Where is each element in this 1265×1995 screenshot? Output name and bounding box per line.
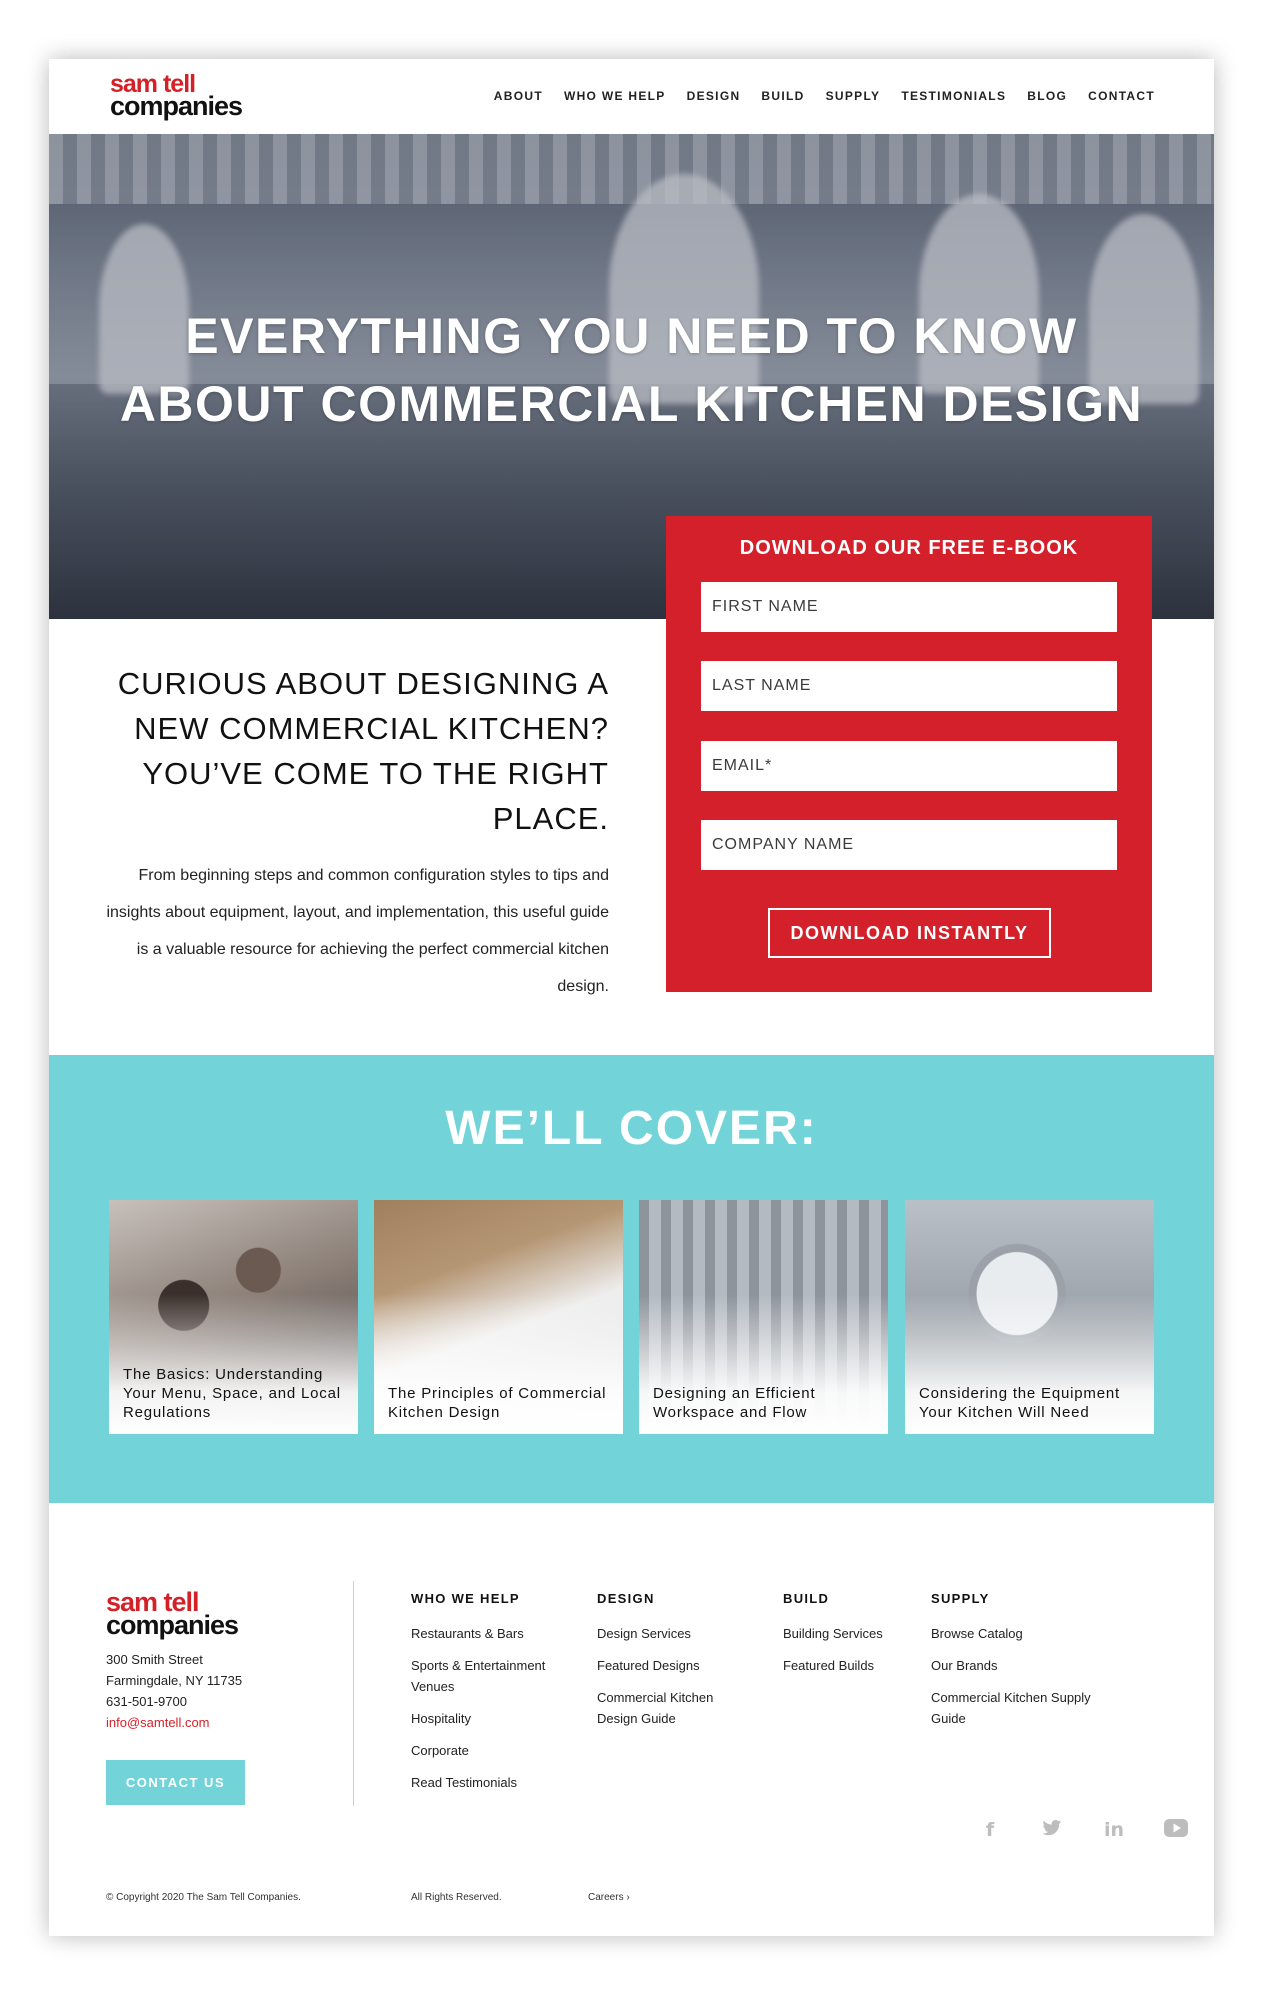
hero-title: EVERYTHING YOU NEED TO KNOW ABOUT COMMER… xyxy=(49,302,1214,438)
footer-column-title: WHO WE HELP xyxy=(411,1591,520,1606)
cover-title: WE’LL COVER: xyxy=(445,1102,818,1155)
nav-who-we-help[interactable]: WHO WE HELP xyxy=(564,89,666,103)
footer-link[interactable]: Commercial Kitchen Supply Guide xyxy=(931,1687,1091,1729)
footer-link[interactable]: Design Services xyxy=(597,1623,747,1644)
company-name-field[interactable] xyxy=(701,820,1117,870)
footer-column-title: DESIGN xyxy=(597,1591,655,1606)
footer-rights: All Rights Reserved. xyxy=(411,1892,502,1903)
contact-us-button[interactable]: CONTACT US xyxy=(106,1760,245,1805)
main-nav: ABOUT WHO WE HELP DESIGN BUILD SUPPLY TE… xyxy=(494,89,1155,103)
intro-heading: CURIOUS ABOUT DESIGNING A NEW COMMERCIAL… xyxy=(117,666,609,836)
footer-column-supply: SUPPLY Browse Catalog Our Brands Commerc… xyxy=(931,1591,1091,1740)
first-name-field[interactable] xyxy=(701,582,1117,632)
footer-column-build: BUILD Building Services Featured Builds xyxy=(783,1591,913,1687)
topic-card[interactable]: Designing an Efficient Workspace and Flo… xyxy=(639,1200,888,1434)
footer-logo[interactable]: sam tell companies xyxy=(106,1589,239,1640)
site-logo[interactable]: sam tell companies xyxy=(110,72,243,121)
footer-address-line: 300 Smith Street xyxy=(106,1652,203,1667)
logo-text-bottom: companies xyxy=(110,91,243,121)
nav-testimonials[interactable]: TESTIMONIALS xyxy=(901,89,1006,103)
footer-link[interactable]: Read Testimonials xyxy=(411,1772,571,1793)
footer-column-title: BUILD xyxy=(783,1591,830,1606)
site-header: sam tell companies ABOUT WHO WE HELP DES… xyxy=(49,59,1214,134)
download-button[interactable]: DOWNLOAD INSTANTLY xyxy=(768,908,1051,958)
footer-link[interactable]: Commercial Kitchen Design Guide xyxy=(597,1687,747,1729)
topic-card-caption: Designing an Efficient Workspace and Flo… xyxy=(653,1385,816,1421)
cover-section: WE’LL COVER: The Basics: Understanding Y… xyxy=(49,1055,1214,1503)
social-links: f in xyxy=(959,1819,1207,1843)
nav-design[interactable]: DESIGN xyxy=(687,89,741,103)
footer-phone[interactable]: 631-501-9700 xyxy=(106,1694,187,1709)
youtube-icon[interactable] xyxy=(1145,1819,1207,1843)
topic-card[interactable]: Considering the Equipment Your Kitchen W… xyxy=(905,1200,1154,1434)
nav-blog[interactable]: BLOG xyxy=(1027,89,1067,103)
nav-supply[interactable]: SUPPLY xyxy=(826,89,881,103)
footer-link[interactable]: Hospitality xyxy=(411,1708,571,1729)
topic-card-caption: The Basics: Understanding Your Menu, Spa… xyxy=(123,1366,341,1421)
topic-card-caption: The Principles of Commercial Kitchen Des… xyxy=(388,1385,607,1421)
footer-email[interactable]: info@samtell.com xyxy=(106,1715,210,1730)
ebook-form: DOWNLOAD OUR FREE E-BOOK DOWNLOAD INSTAN… xyxy=(666,516,1152,992)
footer-link[interactable]: Restaurants & Bars xyxy=(411,1623,571,1644)
nav-about[interactable]: ABOUT xyxy=(494,89,543,103)
form-title: DOWNLOAD OUR FREE E-BOOK xyxy=(739,537,1079,559)
footer-column-title: SUPPLY xyxy=(931,1591,990,1606)
facebook-icon[interactable]: f xyxy=(959,1819,1021,1843)
footer-link[interactable]: Corporate xyxy=(411,1740,571,1761)
hero-title-line: ABOUT COMMERCIAL KITCHEN DESIGN xyxy=(119,376,1144,432)
nav-contact[interactable]: CONTACT xyxy=(1088,89,1155,103)
topic-card[interactable]: The Principles of Commercial Kitchen Des… xyxy=(374,1200,623,1434)
footer-link[interactable]: Featured Builds xyxy=(783,1655,913,1676)
intro-body: From beginning steps and common configur… xyxy=(106,867,609,995)
footer-link[interactable]: Building Services xyxy=(783,1623,913,1644)
twitter-icon[interactable] xyxy=(1021,1819,1083,1843)
footer-address-line: Farmingdale, NY 11735 xyxy=(106,1673,243,1688)
nav-build[interactable]: BUILD xyxy=(761,89,804,103)
footer-link[interactable]: Browse Catalog xyxy=(931,1623,1091,1644)
footer-link[interactable]: Sports & Entertainment Venues xyxy=(411,1655,571,1697)
footer-column-design: DESIGN Design Services Featured Designs … xyxy=(597,1591,747,1740)
footer-careers-link[interactable]: Careers › xyxy=(588,1892,630,1903)
page-frame: sam tell companies ABOUT WHO WE HELP DES… xyxy=(49,59,1214,1936)
footer-link[interactable]: Featured Designs xyxy=(597,1655,747,1676)
email-field[interactable] xyxy=(701,741,1117,791)
topic-card[interactable]: The Basics: Understanding Your Menu, Spa… xyxy=(109,1200,358,1434)
linkedin-icon[interactable]: in xyxy=(1083,1819,1145,1843)
footer-link[interactable]: Our Brands xyxy=(931,1655,1091,1676)
footer-copyright: © Copyright 2020 The Sam Tell Companies. xyxy=(106,1892,301,1903)
last-name-field[interactable] xyxy=(701,661,1117,711)
hero-title-line: EVERYTHING YOU NEED TO KNOW xyxy=(185,308,1078,364)
footer-logo-text-bottom: companies xyxy=(106,1610,239,1640)
topic-card-caption: Considering the Equipment Your Kitchen W… xyxy=(919,1385,1120,1421)
footer-column-who-we-help: WHO WE HELP Restaurants & Bars Sports & … xyxy=(411,1591,571,1804)
footer-divider xyxy=(353,1581,354,1806)
